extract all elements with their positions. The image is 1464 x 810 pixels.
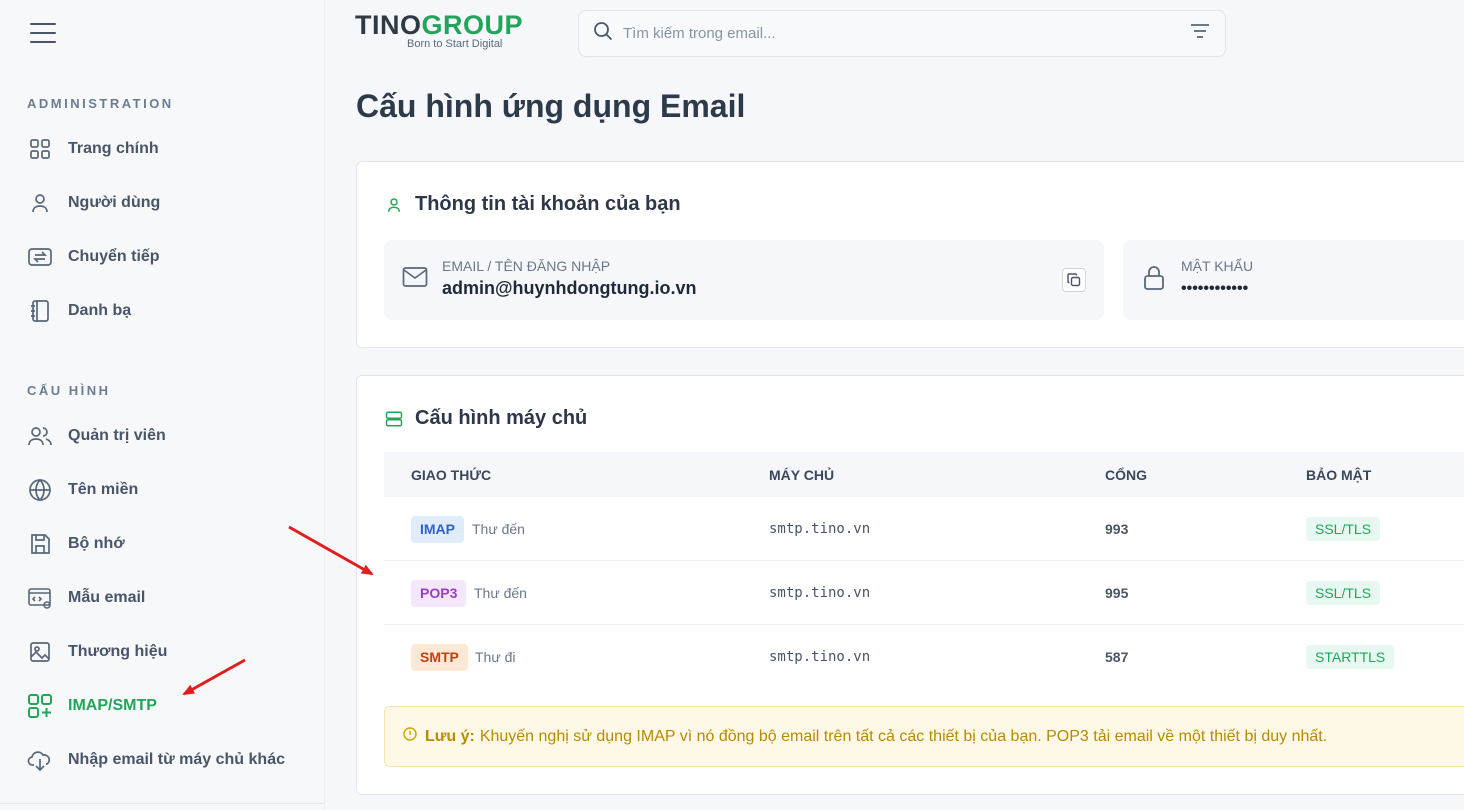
table-row: IMAP Thư đến smtp.tino.vn 993 SSL/TLS: [384, 497, 1464, 561]
table-row: POP3 Thư đến smtp.tino.vn 995 SSL/TLS: [384, 561, 1464, 625]
copy-icon: [1067, 273, 1081, 287]
sidebar-item-label: Mẫu email: [68, 589, 146, 606]
protocol-badge: IMAP: [411, 516, 464, 543]
account-card-title: Thông tin tài khoản của bạn: [385, 193, 681, 216]
image-icon: [26, 638, 54, 666]
server-icon: [385, 409, 405, 429]
port-text: 995: [1105, 585, 1129, 601]
email-info-box: EMAIL / TÊN ĐĂNG NHẬP admin@huynhdongtun…: [384, 240, 1104, 320]
section-label-config: CẤU HÌNH: [27, 383, 111, 398]
sidebar-item-users[interactable]: Người dùng: [26, 188, 160, 218]
section-label-administration: ADMINISTRATION: [27, 96, 174, 111]
server-config-card: Cấu hình máy chủ GIAO THỨC MÁY CHỦ CỔNG …: [356, 375, 1464, 795]
protocol-badge: SMTP: [411, 644, 468, 671]
search-bar: [578, 10, 1226, 57]
host-text: smtp.tino.vn: [769, 521, 871, 537]
sidebar-item-forwarding[interactable]: Chuyển tiếp: [26, 242, 160, 272]
user-icon: [26, 189, 54, 217]
table-header: GIAO THỨC MÁY CHỦ CỔNG BẢO MẬT: [384, 452, 1464, 497]
note-label: Lưu ý:: [425, 727, 475, 745]
port-text: 993: [1105, 521, 1129, 537]
lock-icon: [1143, 265, 1165, 296]
sidebar-item-storage[interactable]: Bộ nhớ: [26, 529, 125, 559]
sidebar-item-label: Quản trị viên: [68, 427, 166, 444]
filter-icon[interactable]: [1189, 23, 1211, 44]
column-header-security: BẢO MẬT: [1306, 467, 1372, 483]
template-icon: [26, 584, 54, 612]
server-card-title: Cấu hình máy chủ: [385, 407, 587, 430]
direction-text: Thư đến: [472, 521, 525, 537]
mail-icon: [402, 266, 428, 293]
sidebar-item-contacts[interactable]: Danh bạ: [26, 296, 131, 326]
menu-icon[interactable]: [30, 23, 56, 43]
divider: [0, 803, 325, 804]
apps-plus-icon: [26, 692, 54, 720]
copy-button[interactable]: [1062, 268, 1086, 292]
sidebar-item-label: Danh bạ: [68, 302, 132, 319]
sidebar-item-email-templates[interactable]: Mẫu email: [26, 583, 145, 613]
sidebar-item-admins[interactable]: Quản trị viên: [26, 421, 166, 451]
password-value: ••••••••••••: [1181, 280, 1249, 297]
note-text: Khuyến nghị sử dụng IMAP vì nó đồng bộ e…: [479, 727, 1328, 745]
floppy-disk-icon: [26, 530, 54, 558]
sidebar-item-label: Nhập email từ máy chủ khác: [68, 751, 285, 768]
sidebar-item-label: Người dùng: [68, 194, 161, 211]
email-label: EMAIL / TÊN ĐĂNG NHẬP: [442, 258, 611, 274]
search-icon: [593, 21, 613, 46]
sidebar-item-label: Bộ nhớ: [68, 535, 125, 552]
host-text: smtp.tino.vn: [769, 585, 871, 601]
sidebar-item-imap-smtp[interactable]: IMAP/SMTP: [26, 691, 157, 721]
security-badge: SSL/TLS: [1306, 581, 1381, 605]
forward-arrows-icon: [26, 243, 54, 271]
logo[interactable]: TINOGROUP Born to Start Digital: [355, 10, 523, 50]
search-input[interactable]: [623, 25, 1189, 42]
sidebar-item-import-email[interactable]: Nhập email từ máy chủ khác: [26, 745, 285, 775]
column-header-protocol: GIAO THỨC: [411, 467, 492, 483]
security-badge: SSL/TLS: [1306, 517, 1381, 541]
column-header-port: CỔNG: [1105, 467, 1147, 483]
direction-text: Thư đi: [475, 649, 516, 665]
sidebar-item-label: IMAP/SMTP: [68, 697, 157, 714]
email-value: admin@huynhdongtung.io.vn: [442, 278, 697, 298]
cloud-download-icon: [26, 746, 54, 774]
address-book-icon: [26, 297, 54, 325]
password-label: MẬT KHẨU: [1181, 258, 1254, 274]
account-card: Thông tin tài khoản của bạn EMAIL / TÊN …: [356, 161, 1464, 348]
sidebar-item-branding[interactable]: Thương hiệu: [26, 637, 167, 667]
globe-icon: [26, 476, 54, 504]
warning-circle-icon: [403, 727, 417, 746]
password-info-box: MẬT KHẨU ••••••••••••: [1123, 240, 1464, 320]
server-table: GIAO THỨC MÁY CHỦ CỔNG BẢO MẬT IMAP Thư …: [384, 452, 1464, 689]
users-icon: [26, 422, 54, 450]
sidebar-item-dashboard[interactable]: Trang chính: [26, 134, 159, 164]
direction-text: Thư đến: [474, 585, 527, 601]
column-header-host: MÁY CHỦ: [769, 467, 835, 483]
security-badge: STARTTLS: [1306, 645, 1395, 669]
page-title: Cấu hình ứng dụng Email: [356, 88, 746, 124]
sidebar: ADMINISTRATION Trang chính Người dùng Ch…: [0, 0, 325, 810]
sidebar-item-label: Thương hiệu: [68, 643, 168, 660]
protocol-badge: POP3: [411, 580, 467, 607]
table-row: SMTP Thư đi smtp.tino.vn 587 STARTTLS: [384, 625, 1464, 689]
sidebar-item-domains[interactable]: Tên miền: [26, 475, 138, 505]
note-box: Lưu ý: Khuyến nghị sử dụng IMAP vì nó đồ…: [384, 706, 1464, 767]
port-text: 587: [1105, 649, 1129, 665]
sidebar-item-label: Tên miền: [68, 481, 139, 498]
user-icon: [385, 195, 405, 215]
logo-text: TINOGROUP: [355, 10, 524, 40]
sidebar-item-label: Chuyển tiếp: [68, 248, 160, 265]
sidebar-item-label: Trang chính: [68, 140, 159, 157]
host-text: smtp.tino.vn: [769, 649, 871, 665]
dashboard-grid-icon: [26, 135, 54, 163]
